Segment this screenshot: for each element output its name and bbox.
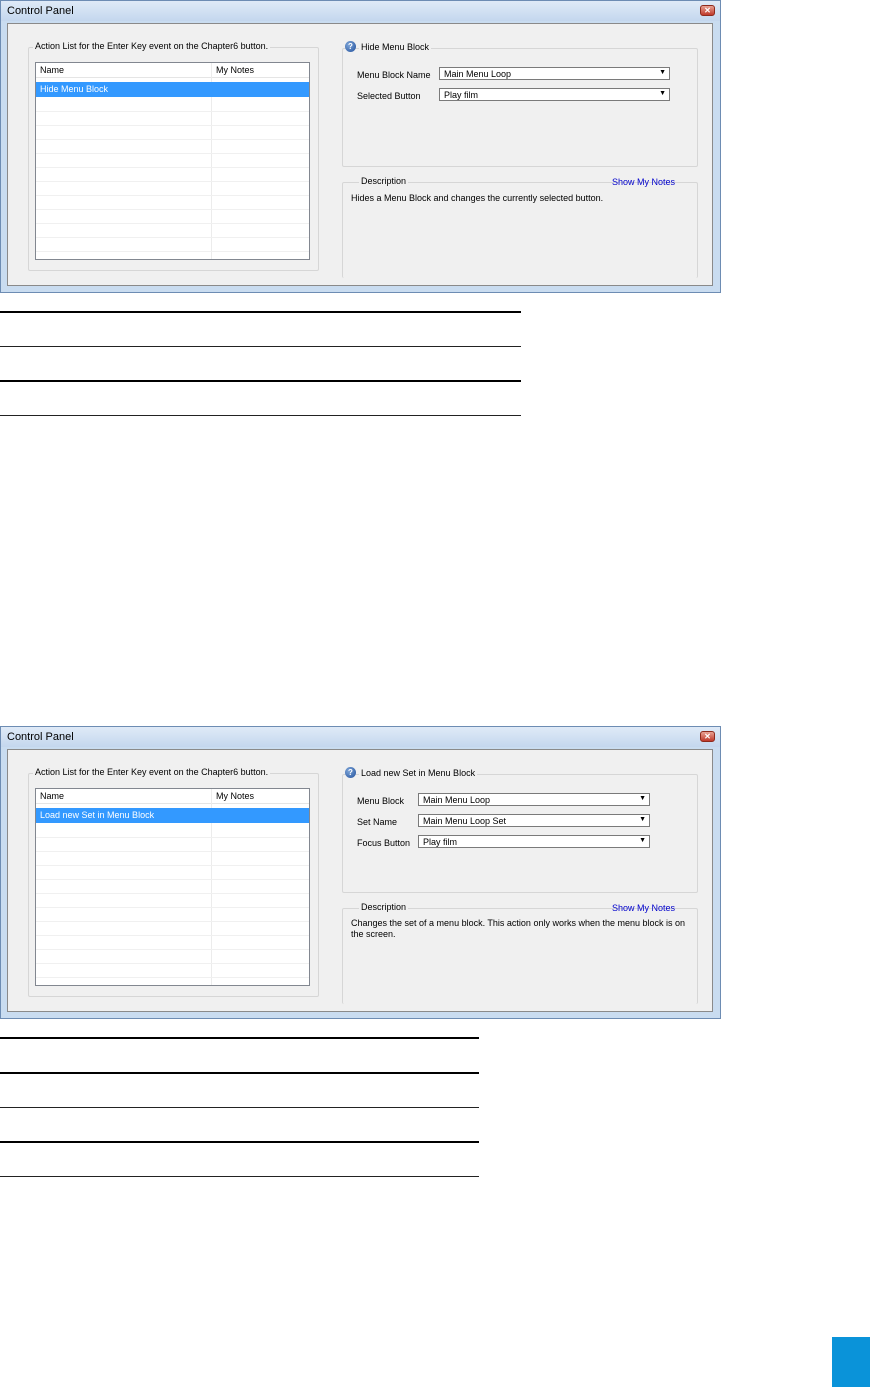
list-item-empty bbox=[36, 879, 309, 894]
show-my-notes-link[interactable]: Show My Notes bbox=[612, 177, 675, 187]
chevron-down-icon: ▼ bbox=[639, 837, 646, 844]
divider bbox=[0, 1141, 479, 1143]
close-icon[interactable]: ✕ bbox=[700, 731, 715, 742]
window-title: Control Panel bbox=[7, 731, 74, 743]
description-text: Changes the set of a menu block. This ac… bbox=[351, 918, 686, 939]
list-item-name: Hide Menu Block bbox=[40, 84, 109, 94]
help-icon[interactable]: ? bbox=[345, 767, 356, 778]
list-item-empty bbox=[36, 181, 309, 196]
description-legend: Description bbox=[359, 176, 409, 186]
menu-block-name-select[interactable]: Main Menu Loop ▼ bbox=[439, 67, 670, 80]
menu-block-name-label: Menu Block Name bbox=[357, 70, 431, 80]
selected-button-label: Selected Button bbox=[357, 91, 421, 101]
action-list[interactable]: Name My Notes Hide Menu Block bbox=[35, 62, 310, 260]
list-item-empty bbox=[36, 907, 309, 922]
list-item-empty bbox=[36, 195, 309, 210]
list-header: Name My Notes bbox=[36, 789, 309, 804]
selected-button-select[interactable]: Play film ▼ bbox=[439, 88, 670, 101]
column-header-name[interactable]: Name bbox=[40, 65, 64, 75]
menu-block-select[interactable]: Main Menu Loop ▼ bbox=[418, 793, 650, 806]
action-title: Hide Menu Block bbox=[359, 42, 432, 52]
chevron-down-icon: ▼ bbox=[659, 69, 666, 76]
action-list[interactable]: Name My Notes Load new Set in Menu Block bbox=[35, 788, 310, 986]
focus-button-label: Focus Button bbox=[357, 838, 411, 848]
divider bbox=[0, 1072, 479, 1074]
list-item-empty bbox=[36, 963, 309, 978]
divider bbox=[0, 380, 521, 382]
show-my-notes-link[interactable]: Show My Notes bbox=[612, 903, 675, 913]
title-bar[interactable]: Control Panel ✕ bbox=[1, 1, 720, 21]
list-item-empty bbox=[36, 837, 309, 852]
list-item-empty bbox=[36, 865, 309, 880]
chevron-down-icon: ▼ bbox=[639, 816, 646, 823]
list-item-empty bbox=[36, 223, 309, 238]
focus-button-select[interactable]: Play film ▼ bbox=[418, 835, 650, 848]
divider bbox=[0, 1107, 479, 1108]
help-icon[interactable]: ? bbox=[345, 41, 356, 52]
menu-block-label: Menu Block bbox=[357, 796, 405, 806]
set-name-label: Set Name bbox=[357, 817, 398, 827]
divider bbox=[0, 415, 521, 416]
close-icon[interactable]: ✕ bbox=[700, 5, 715, 16]
title-bar[interactable]: Control Panel ✕ bbox=[1, 727, 720, 747]
action-settings-group bbox=[342, 774, 698, 893]
list-item-empty bbox=[36, 139, 309, 154]
list-item-empty bbox=[36, 237, 309, 252]
action-list-legend: Action List for the Enter Key event on t… bbox=[33, 41, 271, 51]
page-edge-tab bbox=[832, 1337, 870, 1387]
description-legend: Description bbox=[359, 902, 409, 912]
window-title: Control Panel bbox=[7, 5, 74, 17]
list-item-empty bbox=[36, 921, 309, 936]
list-item-empty bbox=[36, 97, 309, 112]
list-item-name: Load new Set in Menu Block bbox=[40, 810, 155, 820]
divider bbox=[0, 1176, 479, 1177]
list-item-empty bbox=[36, 209, 309, 224]
column-header-my-notes[interactable]: My Notes bbox=[216, 791, 254, 801]
description-text: Hides a Menu Block and changes the curre… bbox=[351, 193, 604, 203]
column-header-my-notes[interactable]: My Notes bbox=[216, 65, 254, 75]
list-item-empty bbox=[36, 935, 309, 950]
divider bbox=[0, 346, 521, 347]
list-item-empty bbox=[36, 167, 309, 182]
list-item-empty bbox=[36, 823, 309, 838]
list-item-empty bbox=[36, 949, 309, 964]
action-list-legend: Action List for the Enter Key event on t… bbox=[33, 767, 271, 777]
list-item-empty bbox=[36, 125, 309, 140]
set-name-select[interactable]: Main Menu Loop Set ▼ bbox=[418, 814, 650, 827]
list-item[interactable]: Hide Menu Block bbox=[36, 82, 309, 97]
list-item-empty bbox=[36, 153, 309, 168]
divider bbox=[0, 311, 521, 313]
column-header-name[interactable]: Name bbox=[40, 791, 64, 801]
action-settings-group bbox=[342, 48, 698, 167]
list-item-empty bbox=[36, 851, 309, 866]
window-client-area: Action List for the Enter Key event on t… bbox=[7, 749, 713, 1012]
window-client-area: Action List for the Enter Key event on t… bbox=[7, 23, 713, 286]
control-panel-window: Control Panel ✕ Action List for the Ente… bbox=[0, 726, 721, 1019]
chevron-down-icon: ▼ bbox=[639, 795, 646, 802]
list-item[interactable]: Load new Set in Menu Block bbox=[36, 808, 309, 823]
divider bbox=[0, 1037, 479, 1039]
action-title: Load new Set in Menu Block bbox=[359, 768, 478, 778]
list-header: Name My Notes bbox=[36, 63, 309, 78]
chevron-down-icon: ▼ bbox=[659, 90, 666, 97]
control-panel-window: Control Panel ✕ Action List for the Ente… bbox=[0, 0, 721, 293]
list-item-empty bbox=[36, 893, 309, 908]
list-item-empty bbox=[36, 111, 309, 126]
